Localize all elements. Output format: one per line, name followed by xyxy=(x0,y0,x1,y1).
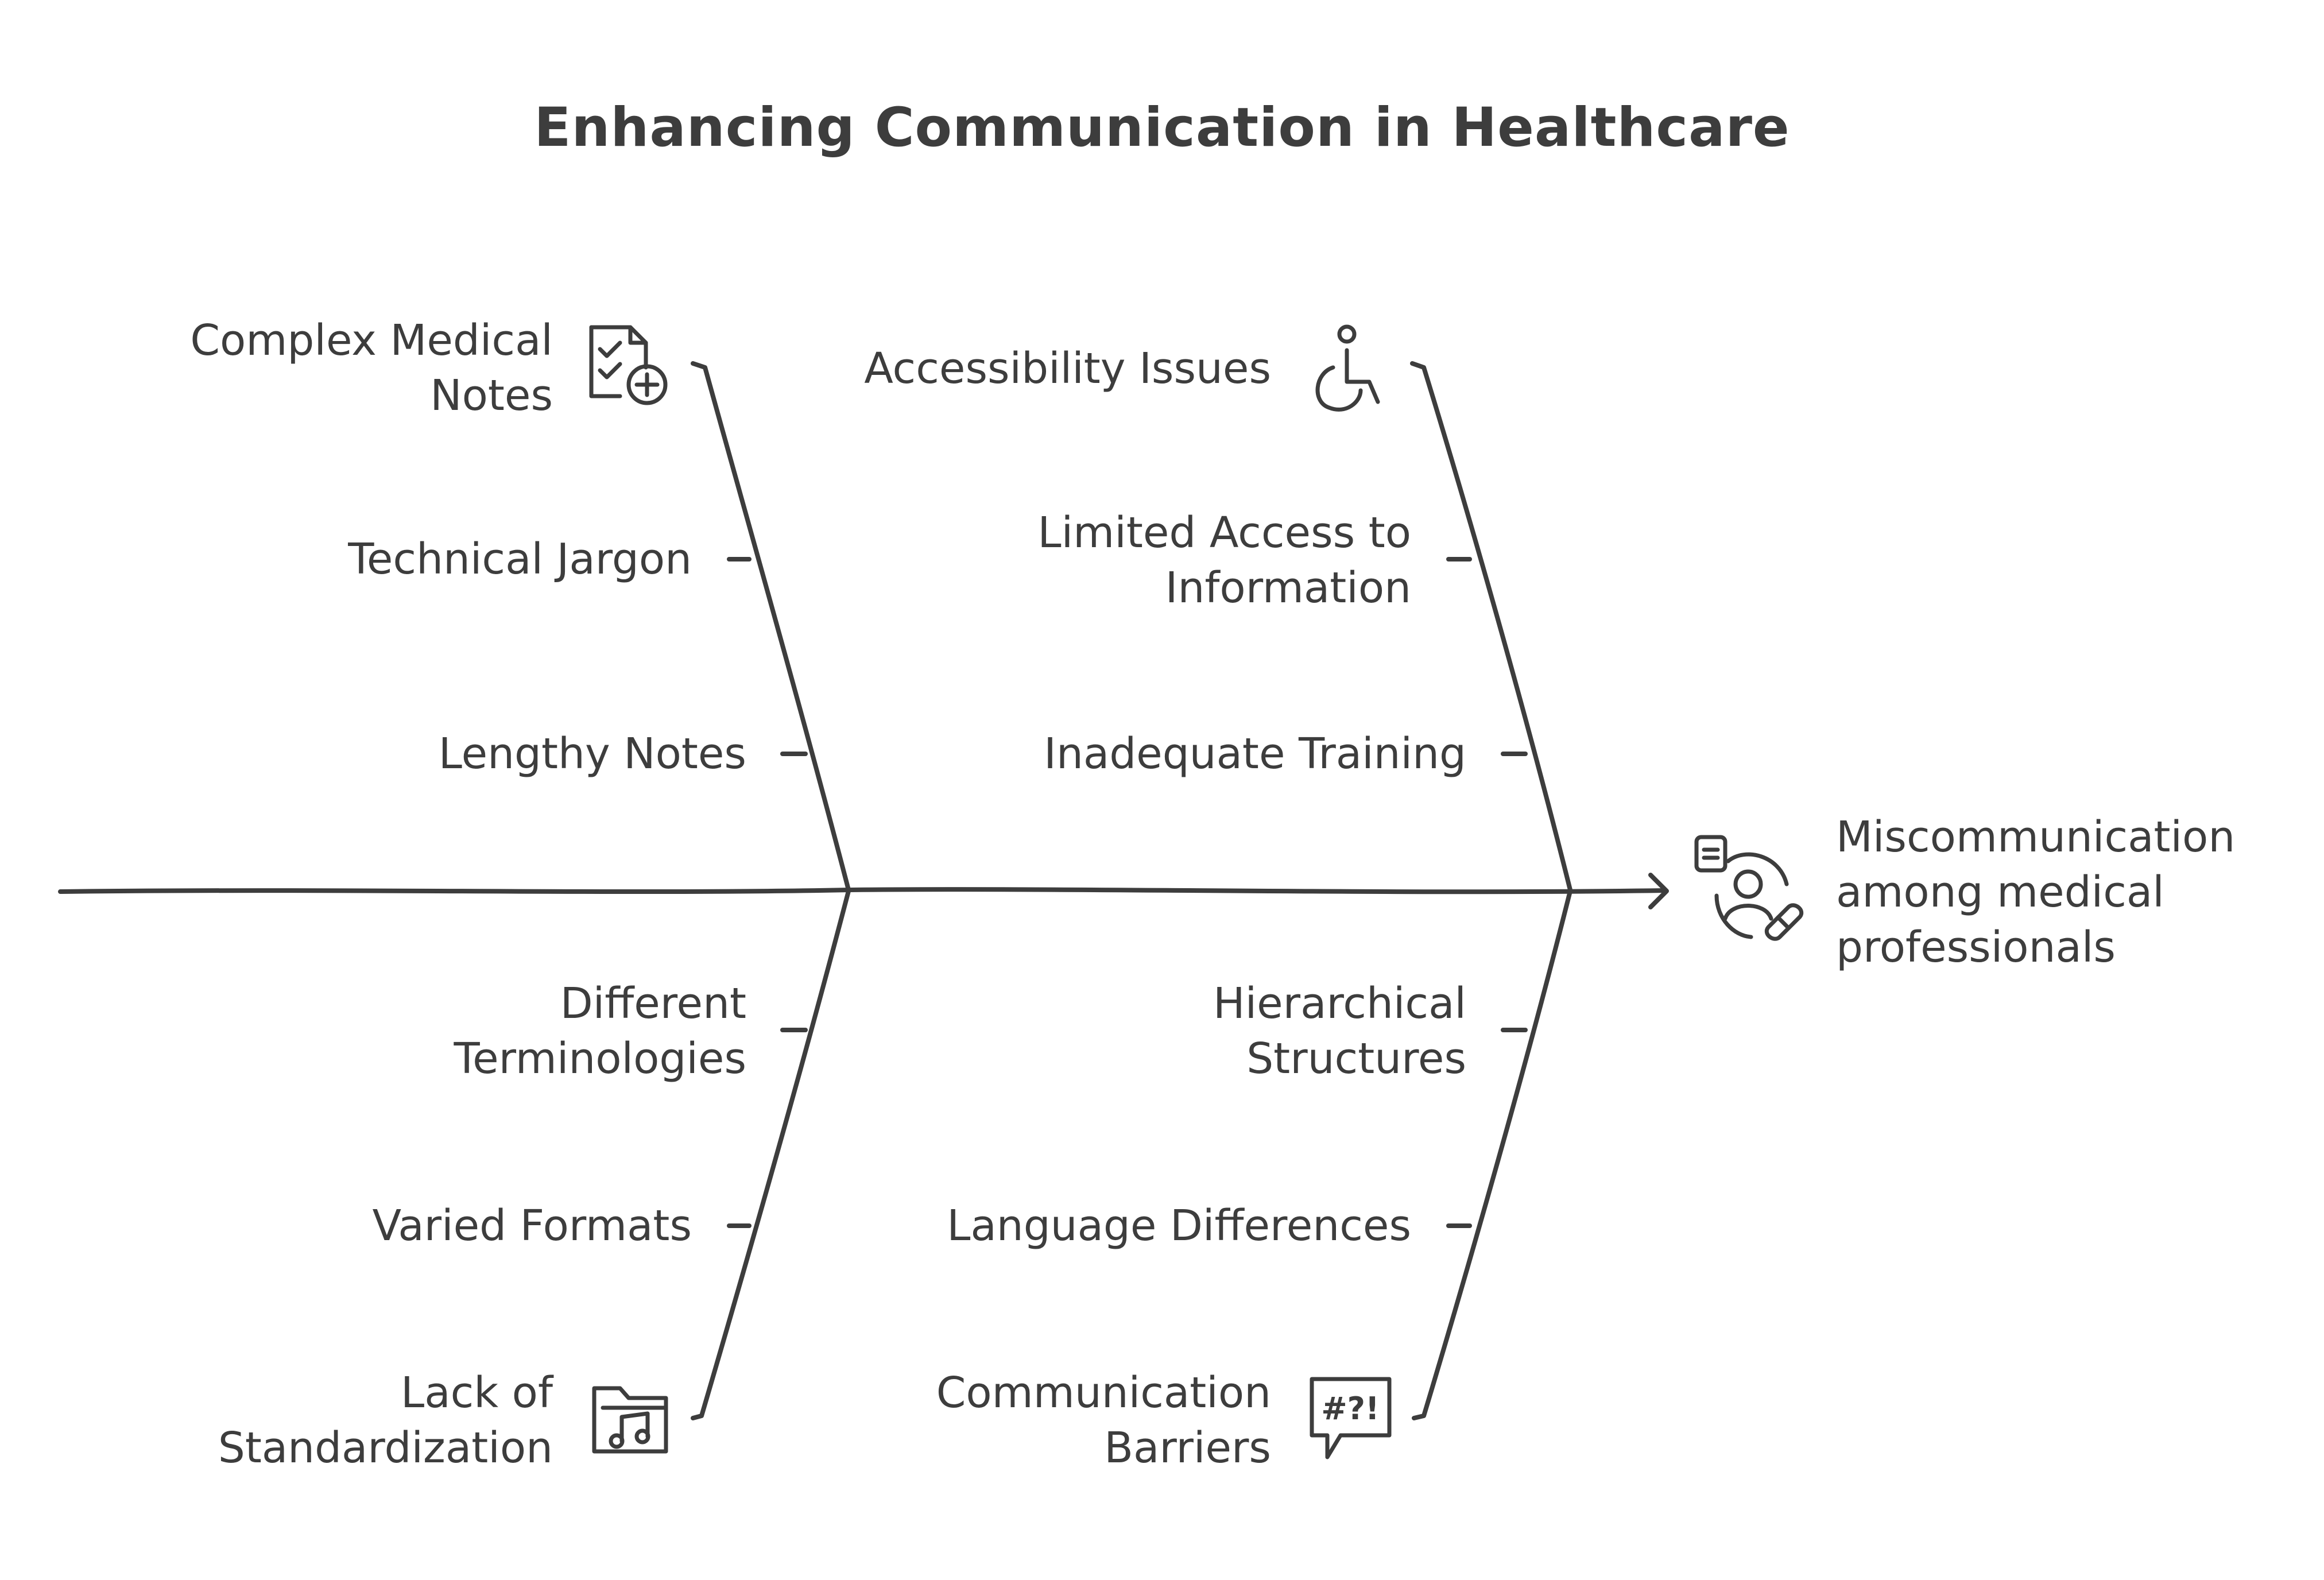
diagram-lines: #?! xyxy=(58,324,1803,1459)
fishbone-diagram: Enhancing Communication in Healthcare #?… xyxy=(0,0,2324,1580)
cause-technical-jargon: Technical Jargon xyxy=(348,532,692,587)
cause-lack-of-standardization: Lack of Standardization xyxy=(218,1365,553,1476)
effect-line: among medical xyxy=(1836,868,2164,917)
cause-different-terminologies: Different Terminologies xyxy=(454,976,746,1086)
effect-line: professionals xyxy=(1836,923,2116,972)
cause-accessibility-issues: Accessibility Issues xyxy=(864,341,1271,396)
cause-line: Complex Medical xyxy=(190,316,553,365)
cause-line: Notes xyxy=(430,371,553,420)
bone-top-right xyxy=(1410,361,1572,892)
cause-line: Limited Access to xyxy=(1037,508,1411,557)
bone-bottom-right xyxy=(1412,889,1572,1420)
cause-line: Technical Jargon xyxy=(348,535,692,584)
effect-label: Miscommunication among medical professio… xyxy=(1836,810,2235,975)
medical-professional-icon xyxy=(1694,835,1803,941)
cause-line: Lengthy Notes xyxy=(438,729,746,779)
cause-inadequate-training: Inadequate Training xyxy=(1044,726,1466,781)
cause-communication-barriers: Communication Barriers xyxy=(936,1365,1271,1476)
cause-line: Structures xyxy=(1246,1034,1466,1083)
speech-bubble-glyphs: #?! xyxy=(1321,1391,1379,1427)
cause-line: Different xyxy=(560,979,746,1028)
cause-line: Language Differences xyxy=(947,1201,1411,1250)
cause-language-differences: Language Differences xyxy=(947,1198,1411,1253)
cause-varied-formats: Varied Formats xyxy=(372,1198,692,1253)
effect-line: Miscommunication xyxy=(1836,812,2236,862)
cause-line: Terminologies xyxy=(454,1034,746,1083)
cause-line: Barriers xyxy=(1104,1423,1271,1473)
cause-complex-medical-notes: Complex Medical Notes xyxy=(190,313,553,423)
cause-line: Information xyxy=(1165,563,1411,613)
cause-hierarchical-structures: Hierarchical Structures xyxy=(1213,976,1466,1086)
cause-line: Hierarchical xyxy=(1213,979,1466,1028)
spine-line xyxy=(58,887,1667,894)
medical-document-icon xyxy=(589,325,668,405)
wheelchair-icon xyxy=(1315,324,1380,412)
cause-line: Standardization xyxy=(218,1423,553,1473)
cause-line: Inadequate Training xyxy=(1044,729,1466,779)
bone-top-left xyxy=(691,361,851,892)
bone-bottom-left xyxy=(691,889,851,1420)
cause-lengthy-notes: Lengthy Notes xyxy=(439,726,746,781)
cause-line: Varied Formats xyxy=(372,1201,692,1250)
cause-limited-access: Limited Access to Information xyxy=(1037,505,1411,615)
cause-line: Accessibility Issues xyxy=(864,344,1271,393)
cause-line: Communication xyxy=(936,1368,1271,1418)
music-folder-icon xyxy=(592,1386,668,1454)
cause-line: Lack of xyxy=(401,1368,553,1418)
